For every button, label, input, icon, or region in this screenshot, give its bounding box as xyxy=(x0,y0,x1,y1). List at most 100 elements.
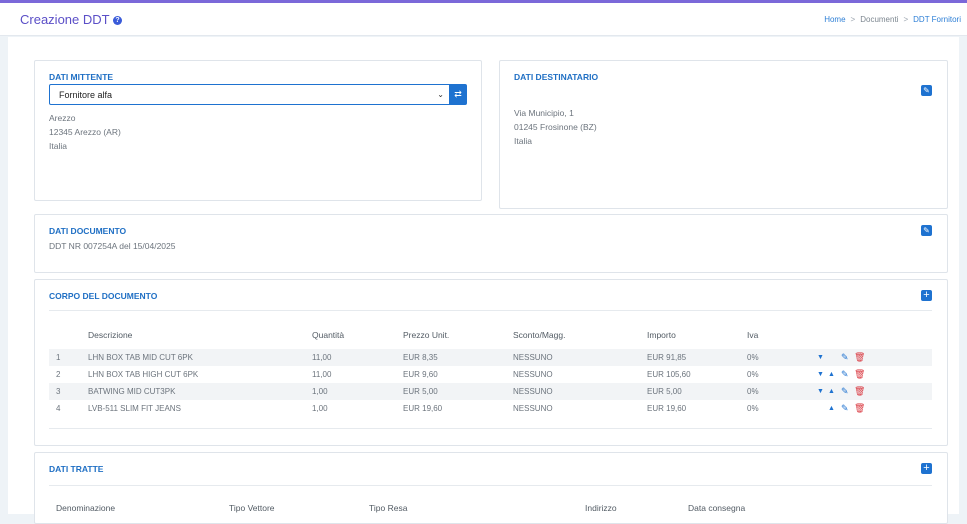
destinatario-panel: DATI DESTINATARIO ✎ Via Municipio, 1 012… xyxy=(499,60,948,209)
add-tratta-button[interactable]: + xyxy=(921,463,932,474)
destinatario-address-line: Via Municipio, 1 xyxy=(514,108,574,118)
breadcrumb-ddt-fornitori[interactable]: DDT Fornitori xyxy=(913,15,961,24)
row-quantita: 1,00 xyxy=(312,387,328,396)
row-sconto: NESSUNO xyxy=(513,370,553,379)
row-number: 1 xyxy=(56,353,61,362)
pencil-icon[interactable]: ✎ xyxy=(841,351,849,364)
breadcrumb: Home > Documenti > DDT Fornitori xyxy=(824,15,961,24)
shuffle-icon: ⇄ xyxy=(454,89,462,99)
destinatario-address-line: 01245 Frosinone (BZ) xyxy=(514,122,597,132)
row-importo: EUR 91,85 xyxy=(647,353,687,362)
breadcrumb-documenti[interactable]: Documenti xyxy=(860,15,898,24)
trash-icon[interactable]: 🗑 xyxy=(854,351,865,364)
row-prezzo: EUR 19,60 xyxy=(403,404,443,413)
row-number: 2 xyxy=(56,370,61,379)
documento-title: DATI DOCUMENTO xyxy=(49,226,127,236)
table-row: 4 LVB-511 SLIM FIT JEANS 1,00 EUR 19,60 … xyxy=(49,400,932,417)
arrow-up-icon[interactable]: ▲ xyxy=(828,368,835,381)
pencil-icon[interactable]: ✎ xyxy=(841,368,849,381)
row-iva: 0% xyxy=(747,387,759,396)
mittente-address-line: Arezzo xyxy=(49,113,76,123)
col-header-indirizzo: Indirizzo xyxy=(585,503,617,513)
row-number: 4 xyxy=(56,404,61,413)
col-header-tipo-resa: Tipo Resa xyxy=(369,503,408,513)
trash-icon[interactable]: 🗑 xyxy=(854,385,865,398)
row-prezzo: EUR 8,35 xyxy=(403,353,438,362)
row-sconto: NESSUNO xyxy=(513,387,553,396)
table-bottom-divider xyxy=(49,428,932,429)
arrow-up-icon[interactable]: ▲ xyxy=(828,402,835,415)
col-header-tipo-vettore: Tipo Vettore xyxy=(229,503,275,513)
pencil-icon[interactable]: ✎ xyxy=(841,402,849,415)
breadcrumb-separator: > xyxy=(903,15,909,24)
main-content: DATI MITTENTE Fornitore alfa ⌄ ⇄ Arezzo … xyxy=(8,37,959,524)
row-descrizione: LHN BOX TAB MID CUT 6PK xyxy=(88,353,193,362)
row-sconto: NESSUNO xyxy=(513,353,553,362)
mittente-address-line: 12345 Arezzo (AR) xyxy=(49,127,121,137)
col-header-denominazione: Denominazione xyxy=(56,503,116,513)
mittente-address-line: Italia xyxy=(49,141,67,151)
corpo-panel: CORPO DEL DOCUMENTO + Descrizione Quanti… xyxy=(34,279,948,446)
arrow-down-icon[interactable]: ▼ xyxy=(817,368,824,381)
documento-panel: DATI DOCUMENTO DDT NR 007254A del 15/04/… xyxy=(34,214,948,273)
col-header-data-consegna: Data consegna xyxy=(688,503,746,513)
arrow-down-icon[interactable]: ▼ xyxy=(817,351,824,364)
pencil-icon[interactable]: ✎ xyxy=(841,385,849,398)
col-header-prezzo: Prezzo Unit. xyxy=(403,330,450,340)
edit-icon: ✎ xyxy=(923,226,930,235)
mittente-title: DATI MITTENTE xyxy=(49,72,114,82)
shuffle-button[interactable]: ⇄ xyxy=(449,84,467,105)
row-quantita: 11,00 xyxy=(312,370,332,379)
arrow-up-icon[interactable]: ▲ xyxy=(828,385,835,398)
edit-icon: ✎ xyxy=(923,86,930,95)
row-importo: EUR 105,60 xyxy=(647,370,691,379)
section-divider xyxy=(49,485,932,486)
chevron-down-icon: ⌄ xyxy=(437,90,444,99)
row-prezzo: EUR 9,60 xyxy=(403,370,438,379)
breadcrumb-separator: > xyxy=(850,15,856,24)
row-quantita: 11,00 xyxy=(312,353,332,362)
fornitore-select[interactable]: Fornitore alfa ⌄ xyxy=(49,84,452,105)
page-header: Creazione DDT ? Home > Documenti > DDT Forni… xyxy=(0,3,967,36)
edit-documento-button[interactable]: ✎ xyxy=(921,225,932,236)
fornitore-select-value: Fornitore alfa xyxy=(59,90,113,100)
row-number: 3 xyxy=(56,387,61,396)
mittente-panel: DATI MITTENTE Fornitore alfa ⌄ ⇄ Arezzo … xyxy=(34,60,482,201)
breadcrumb-home[interactable]: Home xyxy=(824,15,845,24)
table-row: 1 LHN BOX TAB MID CUT 6PK 11,00 EUR 8,35… xyxy=(49,349,932,366)
row-importo: EUR 19,60 xyxy=(647,404,687,413)
row-descrizione: LVB-511 SLIM FIT JEANS xyxy=(88,404,181,413)
page-title: Creazione DDT xyxy=(20,12,110,27)
row-iva: 0% xyxy=(747,353,759,362)
col-header-descrizione: Descrizione xyxy=(88,330,133,340)
row-quantita: 1,00 xyxy=(312,404,328,413)
plus-icon: + xyxy=(923,289,930,301)
destinatario-address-line: Italia xyxy=(514,136,532,146)
plus-icon: + xyxy=(923,462,930,474)
corpo-title: CORPO DEL DOCUMENTO xyxy=(49,291,158,301)
section-divider xyxy=(49,310,932,311)
row-descrizione: BATWING MID CUT3PK xyxy=(88,387,176,396)
trash-icon[interactable]: 🗑 xyxy=(854,402,865,415)
col-header-importo: Importo xyxy=(647,330,676,340)
row-iva: 0% xyxy=(747,370,759,379)
col-header-iva: Iva xyxy=(747,330,759,340)
tratte-panel: DATI TRATTE + Denominazione Tipo Vettore… xyxy=(34,452,948,524)
row-descrizione: LHN BOX TAB HIGH CUT 6PK xyxy=(88,370,199,379)
row-importo: EUR 5,00 xyxy=(647,387,682,396)
row-prezzo: EUR 5,00 xyxy=(403,387,438,396)
trash-icon[interactable]: 🗑 xyxy=(854,368,865,381)
ddt-number-text: DDT NR 007254A del 15/04/2025 xyxy=(49,241,176,251)
tratte-title: DATI TRATTE xyxy=(49,464,104,474)
table-row: 3 BATWING MID CUT3PK 1,00 EUR 5,00 NESSU… xyxy=(49,383,932,400)
col-header-sconto: Sconto/Magg. xyxy=(513,330,566,340)
col-header-quantita: Quantità xyxy=(312,330,345,340)
row-sconto: NESSUNO xyxy=(513,404,553,413)
help-icon[interactable]: ? xyxy=(113,16,122,25)
table-row: 2 LHN BOX TAB HIGH CUT 6PK 11,00 EUR 9,6… xyxy=(49,366,932,383)
arrow-down-icon[interactable]: ▼ xyxy=(817,385,824,398)
destinatario-title: DATI DESTINATARIO xyxy=(514,72,599,82)
edit-destinatario-button[interactable]: ✎ xyxy=(921,85,932,96)
row-iva: 0% xyxy=(747,404,759,413)
add-row-button[interactable]: + xyxy=(921,290,932,301)
